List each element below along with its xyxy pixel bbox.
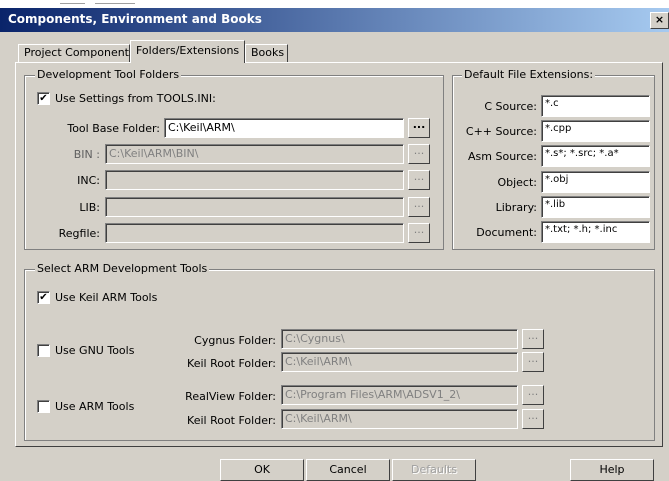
help-button[interactable]: Help [570, 459, 654, 481]
use-arm-tools-label: Use ARM Tools [55, 400, 135, 413]
realview-folder-browse-button[interactable]: ... [522, 385, 544, 405]
arm-keil-root-folder-input[interactable]: C:\Keil\ARM\ [281, 409, 518, 429]
close-button[interactable]: × [650, 12, 669, 29]
cygnus-folder-browse-button[interactable]: ... [522, 329, 544, 349]
regfile-input[interactable] [105, 223, 404, 243]
asm-source-input[interactable]: *.s*; *.src; *.a* [541, 145, 650, 167]
gnu-keil-root-folder-input[interactable]: C:\Keil\ARM\ [281, 352, 518, 372]
tool-base-folder-input[interactable]: C:\Keil\ARM\ [164, 118, 404, 138]
arm-tools-label: Select ARM Development Tools [35, 262, 210, 275]
use-arm-tools-checkbox[interactable] [37, 400, 50, 413]
tool-base-folder-browse-button[interactable]: ... [408, 118, 430, 138]
arm-keil-root-folder-browse-button[interactable]: ... [522, 409, 544, 429]
cpp-source-input[interactable]: *.cpp [541, 120, 650, 142]
use-keil-arm-tools-label: Use Keil ARM Tools [55, 291, 158, 304]
regfile-browse-button[interactable]: ... [408, 223, 430, 243]
cpp-source-label: C++ Source: [465, 125, 537, 138]
ok-button[interactable]: OK [220, 459, 304, 481]
use-gnu-tools-label: Use GNU Tools [55, 344, 135, 357]
c-source-input[interactable]: *.c [541, 95, 650, 117]
window-title: Components, Environment and Books [8, 12, 262, 26]
tab-books[interactable]: Books [245, 44, 288, 62]
object-label: Object: [497, 176, 537, 189]
lib-input[interactable] [105, 197, 404, 217]
tab-folders-extensions[interactable]: Folders/Extensions [130, 40, 245, 63]
cygnus-folder-label: Cygnus Folder: [194, 334, 276, 347]
file-extensions-label: Default File Extensions: [462, 68, 596, 81]
c-source-label: C Source: [484, 100, 537, 113]
defaults-button[interactable]: Defaults [392, 459, 476, 481]
tool-base-folder-label: Tool Base Folder: [67, 122, 160, 135]
regfile-label: Regfile: [58, 227, 100, 240]
gnu-keil-root-folder-label: Keil Root Folder: [187, 357, 276, 370]
library-label: Library: [495, 201, 537, 214]
gnu-keil-root-folder-browse-button[interactable]: ... [522, 352, 544, 372]
realview-folder-input[interactable]: C:\Program Files\ARM\ADSV1_2\ [281, 385, 518, 405]
inc-label: INC: [77, 174, 100, 187]
dev-tool-folders-label: Development Tool Folders [35, 68, 182, 81]
use-settings-checkbox[interactable]: ✔ [37, 92, 50, 105]
document-label: Document: [476, 226, 537, 239]
library-input[interactable]: *.lib [541, 196, 650, 218]
lib-label: LIB: [79, 201, 100, 214]
inc-browse-button[interactable]: ... [408, 170, 430, 190]
use-gnu-tools-checkbox[interactable] [37, 344, 50, 357]
use-keil-arm-tools-checkbox[interactable]: ✔ [37, 291, 50, 304]
bin-input[interactable]: C:\Keil\ARM\BIN\ [105, 144, 404, 164]
top-edge-artifact [95, 3, 135, 4]
bin-browse-button[interactable]: ... [408, 144, 430, 164]
use-settings-label: Use Settings from TOOLS.INI: [55, 92, 216, 105]
cygnus-folder-input[interactable]: C:\Cygnus\ [281, 329, 518, 349]
tab-project-components[interactable]: Project Components [18, 44, 135, 62]
realview-folder-label: RealView Folder: [185, 390, 276, 403]
bin-label: BIN : [73, 148, 100, 161]
cancel-button[interactable]: Cancel [306, 459, 390, 481]
asm-source-label: Asm Source: [468, 150, 537, 163]
document-input[interactable]: *.txt; *.h; *.inc [541, 221, 650, 243]
top-edge-artifact [60, 3, 85, 4]
lib-browse-button[interactable]: ... [408, 197, 430, 217]
inc-input[interactable] [105, 170, 404, 190]
object-input[interactable]: *.obj [541, 171, 650, 193]
arm-keil-root-folder-label: Keil Root Folder: [187, 414, 276, 427]
